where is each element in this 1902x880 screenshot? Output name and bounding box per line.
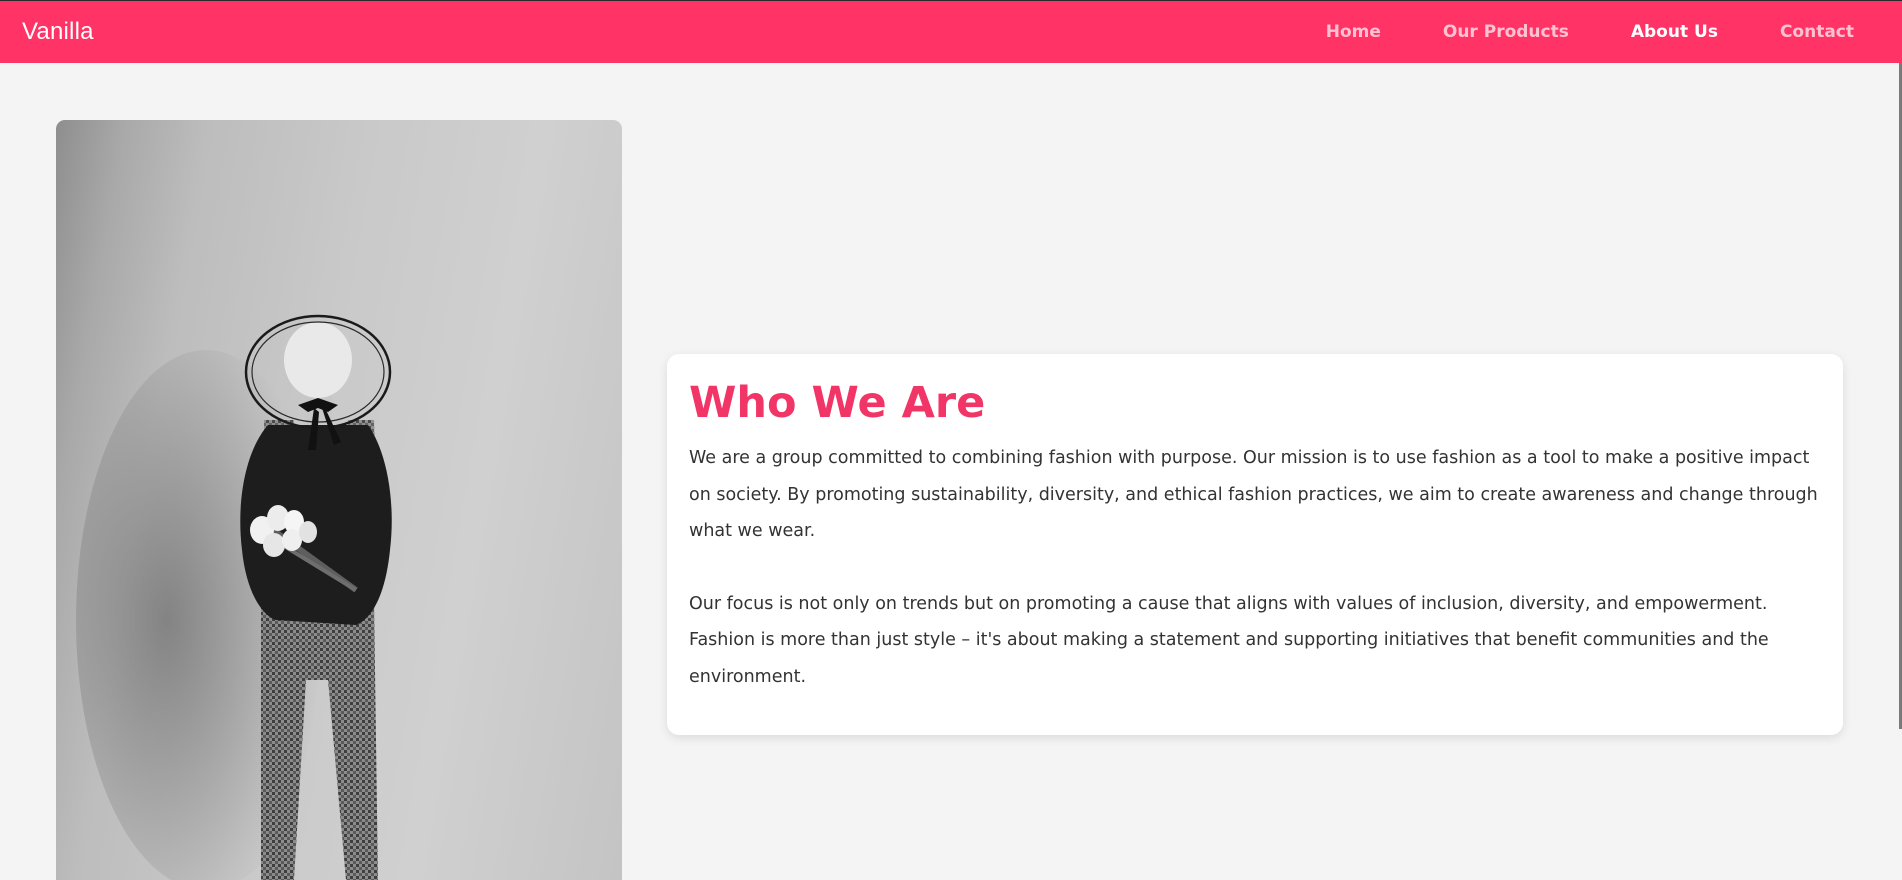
nav-link-home[interactable]: Home xyxy=(1326,22,1381,42)
nav-link-our-products[interactable]: Our Products xyxy=(1443,22,1569,42)
about-paragraph-2: Our focus is not only on trends but on p… xyxy=(689,593,1769,687)
top-navbar: Vanilla Home Our Products About Us Conta… xyxy=(0,0,1902,63)
nav-links: Home Our Products About Us Contact xyxy=(1326,22,1854,42)
who-we-are-card: Who We Are We are a group committed to c… xyxy=(667,354,1843,735)
about-section: Who We Are We are a group committed to c… xyxy=(0,63,1902,880)
nav-link-contact[interactable]: Contact xyxy=(1780,22,1854,42)
photo-illustration xyxy=(76,314,392,880)
section-title: Who We Are xyxy=(689,378,986,428)
about-photo xyxy=(56,120,622,880)
brand-logo[interactable]: Vanilla xyxy=(22,18,94,46)
about-paragraph-1: We are a group committed to combining fa… xyxy=(689,448,1818,542)
nav-link-about-us[interactable]: About Us xyxy=(1631,22,1718,42)
